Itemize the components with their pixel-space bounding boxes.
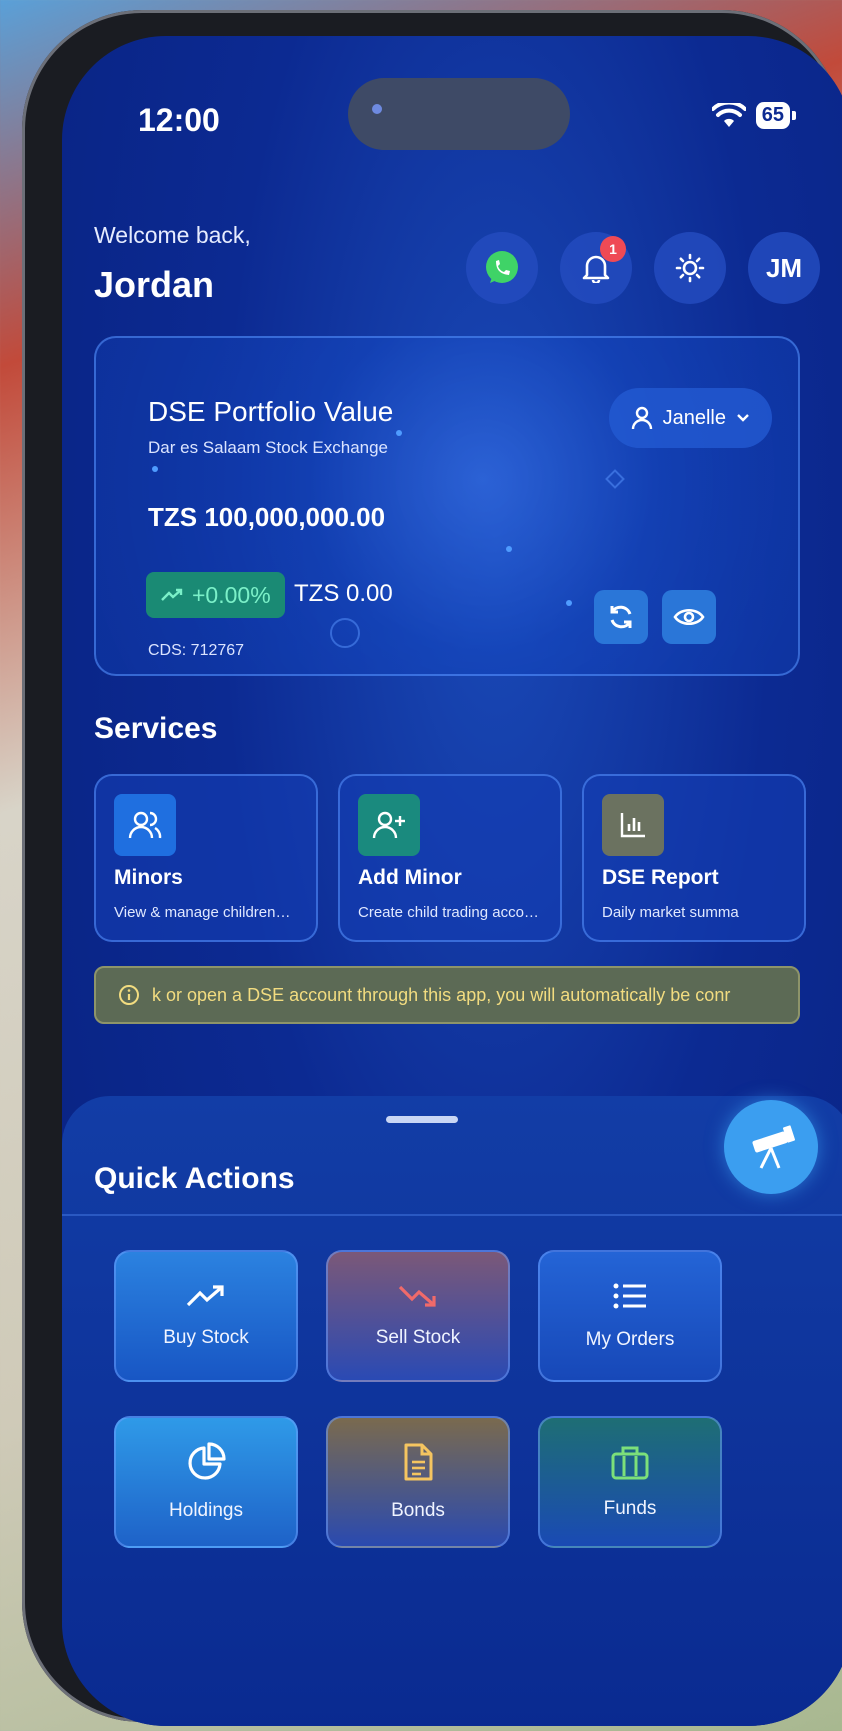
holdings-label: Holdings xyxy=(169,1500,243,1521)
bar-chart-icon xyxy=(602,794,664,856)
toggle-visibility-button[interactable] xyxy=(662,590,716,644)
theme-toggle-button[interactable] xyxy=(654,232,726,304)
sell-stock-label: Sell Stock xyxy=(375,1327,461,1348)
wifi-icon xyxy=(711,102,746,129)
user-icon xyxy=(631,406,652,430)
portfolio-title: DSE Portfolio Value xyxy=(148,396,394,427)
service-name: Add Minor xyxy=(358,866,462,889)
portfolio-subtitle: Dar es Salaam Stock Exchange xyxy=(148,438,389,457)
my-orders-button[interactable]: My Orders xyxy=(538,1250,722,1382)
sell-stock-button[interactable]: Sell Stock xyxy=(326,1250,510,1382)
services-carousel[interactable]: Minors View & manage children… Add Minor… xyxy=(94,774,842,944)
eye-icon xyxy=(673,608,705,626)
sun-icon xyxy=(675,253,705,283)
pie-chart-icon xyxy=(188,1442,226,1480)
portfolio-change-pct: +0.00% xyxy=(192,581,271,608)
welcome-text: Welcome back, xyxy=(94,222,251,248)
whatsapp-icon xyxy=(486,251,518,283)
sheet-divider xyxy=(62,1214,842,1216)
info-icon xyxy=(119,985,139,1005)
service-desc: Create child trading acco… xyxy=(358,904,539,921)
holdings-button[interactable]: Holdings xyxy=(114,1416,298,1548)
account-name: Janelle xyxy=(662,406,726,429)
document-icon xyxy=(404,1443,433,1481)
service-desc: View & manage children… xyxy=(114,904,291,921)
decor-dot xyxy=(152,466,158,472)
buy-stock-button[interactable]: Buy Stock xyxy=(114,1250,298,1382)
service-name: Minors xyxy=(114,866,183,889)
user-name: Jordan xyxy=(94,264,215,305)
phone-frame: 12:00 65 Welcome back, Jordan 1 JM DSE P… xyxy=(22,10,842,1726)
bonds-button[interactable]: Bonds xyxy=(326,1416,510,1548)
services-heading: Services xyxy=(94,712,218,745)
portfolio-change-badge: +0.00% xyxy=(146,572,285,618)
account-selector[interactable]: Janelle xyxy=(608,388,772,448)
info-marquee-banner: k or open a DSE account through this app… xyxy=(94,966,800,1024)
service-card-add-minor[interactable]: Add Minor Create child trading acco… xyxy=(338,774,562,942)
battery-icon: 65 xyxy=(755,102,797,129)
trending-up-icon xyxy=(161,588,183,601)
dynamic-island xyxy=(348,78,570,150)
banner-text: k or open a DSE account through this app… xyxy=(152,984,731,1005)
quick-actions-sheet: Quick Actions Buy Stock Sell Stock My Or… xyxy=(62,1096,842,1726)
buy-stock-label: Buy Stock xyxy=(163,1327,249,1348)
explore-fab-button[interactable] xyxy=(724,1100,818,1194)
briefcase-icon xyxy=(611,1446,649,1480)
bonds-label: Bonds xyxy=(391,1500,445,1521)
status-indicators: 65 xyxy=(711,102,797,129)
decor-dot xyxy=(396,430,402,436)
decor-diamond xyxy=(605,469,625,489)
sheet-drag-handle[interactable] xyxy=(386,1116,458,1123)
my-orders-label: My Orders xyxy=(585,1329,675,1350)
telescope-icon xyxy=(752,1125,796,1169)
portfolio-card: DSE Portfolio Value Dar es Salaam Stock … xyxy=(94,336,800,676)
chevron-down-icon xyxy=(737,414,749,422)
portfolio-change-amount: TZS 0.00 xyxy=(294,580,393,607)
service-card-minors[interactable]: Minors View & manage children… xyxy=(94,774,318,942)
profile-avatar-button[interactable]: JM xyxy=(748,232,820,304)
funds-label: Funds xyxy=(603,1498,657,1519)
trending-down-icon xyxy=(398,1285,436,1307)
phone-screen: 12:00 65 Welcome back, Jordan 1 JM DSE P… xyxy=(62,36,842,1726)
notification-badge: 1 xyxy=(600,236,626,262)
quick-actions-heading: Quick Actions xyxy=(94,1162,295,1195)
portfolio-value: TZS 100,000,000.00 xyxy=(148,502,386,532)
quick-actions-grid: Buy Stock Sell Stock My Orders Holdings … xyxy=(114,1250,722,1548)
list-icon xyxy=(613,1283,646,1309)
status-time: 12:00 xyxy=(138,102,220,138)
header-actions: 1 JM xyxy=(466,232,820,304)
trending-up-icon xyxy=(186,1285,224,1307)
refresh-icon xyxy=(610,605,632,629)
camera-dot xyxy=(372,104,382,114)
service-card-dse-report[interactable]: DSE Report Daily market summa xyxy=(582,774,806,942)
funds-button[interactable]: Funds xyxy=(538,1416,722,1548)
decor-dot xyxy=(506,546,512,552)
cds-number: CDS: 712767 xyxy=(148,642,245,659)
decor-circle xyxy=(330,618,360,648)
whatsapp-button[interactable] xyxy=(466,232,538,304)
notifications-button[interactable]: 1 xyxy=(560,232,632,304)
service-name: DSE Report xyxy=(602,866,719,889)
refresh-button[interactable] xyxy=(594,590,648,644)
decor-dot xyxy=(566,600,572,606)
service-desc: Daily market summa xyxy=(602,904,739,921)
user-plus-icon xyxy=(358,794,420,856)
users-icon xyxy=(114,794,176,856)
